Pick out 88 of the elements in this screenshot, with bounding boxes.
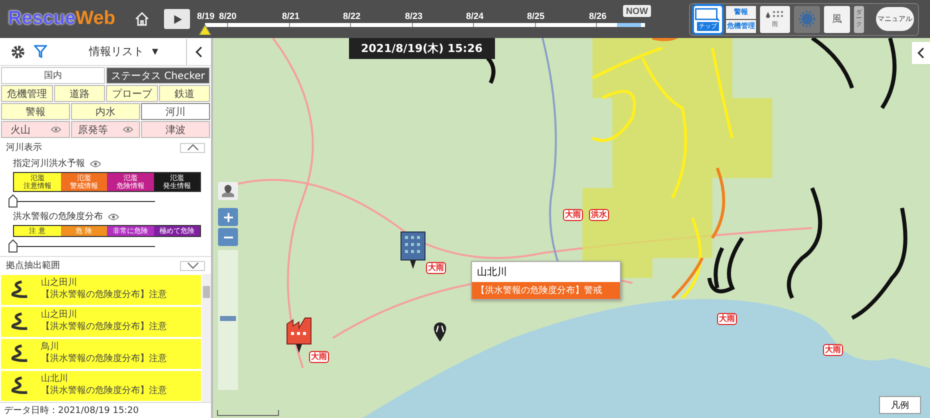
river-icon bbox=[9, 280, 29, 300]
eye-icon[interactable] bbox=[90, 160, 101, 168]
eye-icon bbox=[50, 126, 61, 133]
category-button[interactable]: 危機管理 bbox=[1, 85, 52, 102]
timeline-date: 8/26 bbox=[589, 11, 607, 21]
office-building-pin-icon bbox=[399, 230, 427, 270]
river-alert-item[interactable]: 鳥川 【洪水警報の危険度分布】注意 bbox=[1, 339, 201, 370]
scrollbar[interactable] bbox=[202, 274, 211, 402]
river-alert-item[interactable]: 山之田川 【洪水警報の危険度分布】注意 bbox=[1, 275, 201, 306]
weather-warning-badge[interactable]: 大雨 bbox=[563, 209, 583, 221]
category-button[interactable]: 鉄道 bbox=[158, 85, 210, 102]
zoom-slider-thumb[interactable] bbox=[220, 316, 236, 321]
section-title: 拠点抽出範囲 bbox=[6, 260, 60, 272]
location-pin-icon bbox=[433, 322, 447, 342]
wind-button[interactable]: 風 bbox=[824, 6, 850, 32]
timeline-thumb[interactable] bbox=[199, 25, 211, 35]
slider-handle[interactable] bbox=[8, 194, 18, 208]
weather-warning-badge[interactable]: 大雨 bbox=[309, 351, 329, 363]
category-button[interactable]: 警報 bbox=[1, 103, 70, 120]
map-datetime: 2021/8/19(木) 15:26 bbox=[349, 38, 495, 59]
plus-icon bbox=[224, 212, 232, 222]
timeline-date: 8/19 bbox=[197, 11, 215, 21]
tooltip-detail: 【洪水警報の危険度分布】警戒 bbox=[472, 282, 620, 299]
collapse-section-button[interactable] bbox=[180, 142, 205, 152]
legend-button[interactable]: 凡例 bbox=[879, 396, 921, 414]
dropdown-caret[interactable]: ▼ bbox=[152, 47, 158, 56]
category-button[interactable]: 原発等 bbox=[71, 121, 140, 138]
play-button[interactable] bbox=[164, 9, 190, 29]
category-button[interactable]: 津波 bbox=[141, 121, 210, 138]
eye-icon[interactable] bbox=[108, 212, 119, 221]
eye-icon bbox=[123, 126, 134, 133]
river-alert-item[interactable]: 山北川 【洪水警報の危険度分布】注意 bbox=[1, 371, 201, 402]
category-button[interactable]: プローブ bbox=[106, 85, 158, 102]
panel-tab[interactable]: 国内 bbox=[1, 67, 105, 84]
river-alert-item[interactable]: 山之田川 【洪水警報の危険度分布】注意 bbox=[1, 307, 201, 338]
river-name: 山北川 bbox=[41, 374, 69, 386]
scale-bar bbox=[217, 410, 279, 416]
zoom-in-button[interactable] bbox=[218, 208, 238, 226]
alert-detail: 【洪水警報の危険度分布】注意 bbox=[41, 386, 167, 398]
alert-detail: 【洪水警報の危険度分布】注意 bbox=[41, 290, 167, 302]
chevron-up-icon bbox=[186, 144, 198, 151]
map-pin-button[interactable] bbox=[218, 182, 238, 200]
rain-grid-icon bbox=[765, 10, 785, 20]
category-button[interactable]: 道路 bbox=[54, 85, 105, 102]
panel-title: 情報リスト bbox=[89, 44, 144, 59]
timeline-date: 8/24 bbox=[466, 11, 484, 21]
timeline-date: 8/21 bbox=[282, 11, 300, 21]
weather-warning-badge[interactable]: 大雨 bbox=[426, 262, 446, 274]
weather-warning-badge[interactable]: 大雨 bbox=[823, 344, 843, 356]
home-icon[interactable] bbox=[134, 11, 150, 27]
river-name: 山之田川 bbox=[41, 310, 78, 322]
zoom-slider[interactable] bbox=[218, 250, 238, 390]
data-timestamp: データ日時：2021/08/19 15:20 bbox=[0, 402, 211, 418]
river-icon bbox=[9, 344, 29, 364]
category-button[interactable]: 内水 bbox=[71, 103, 140, 120]
slider-handle[interactable] bbox=[8, 239, 18, 254]
river-icon bbox=[9, 312, 29, 332]
timeline-date: 8/23 bbox=[405, 11, 423, 21]
river-name: 鳥川 bbox=[41, 342, 60, 354]
weather-warning-badge[interactable]: 大雨 bbox=[717, 313, 737, 325]
river-icon bbox=[9, 376, 29, 396]
layer-title: 指定河川洪水予報 bbox=[13, 158, 85, 170]
zoom-out-button[interactable] bbox=[218, 228, 238, 246]
alert-detail: 【洪水警報の危険度分布】注意 bbox=[41, 354, 167, 366]
window-cursor-icon bbox=[694, 8, 722, 22]
chevron-down-icon bbox=[186, 262, 198, 270]
timeline-date: 8/22 bbox=[343, 11, 361, 21]
chevron-left-icon bbox=[195, 46, 203, 58]
section-title: 河川表示 bbox=[6, 142, 42, 154]
chevron-left-icon bbox=[917, 47, 925, 59]
filter-icon[interactable] bbox=[34, 45, 47, 58]
category-button[interactable]: 火山 bbox=[1, 121, 70, 138]
cyclone-icon bbox=[798, 10, 816, 28]
layer-title: 洪水警報の危険度分布 bbox=[13, 210, 103, 224]
weather-warning-badge[interactable]: 洪水 bbox=[589, 209, 609, 221]
play-icon bbox=[172, 14, 182, 24]
category-button[interactable]: 河川 bbox=[141, 103, 210, 120]
timeline-date: 8/20 bbox=[219, 11, 237, 21]
river-name: 山之田川 bbox=[41, 278, 78, 290]
settings-icon[interactable] bbox=[10, 44, 26, 60]
panel-tab[interactable]: ステータス Checker bbox=[106, 67, 210, 84]
collapse-right-button[interactable] bbox=[912, 42, 930, 64]
timeline-date: 8/25 bbox=[527, 11, 545, 21]
expand-section-button[interactable] bbox=[180, 260, 205, 271]
now-label[interactable]: NOW bbox=[623, 5, 651, 17]
tooltip-title: 山北川 bbox=[476, 266, 508, 280]
map-drawing[interactable] bbox=[213, 38, 930, 418]
alert-detail: 【洪水警報の危険度分布】注意 bbox=[41, 322, 167, 334]
